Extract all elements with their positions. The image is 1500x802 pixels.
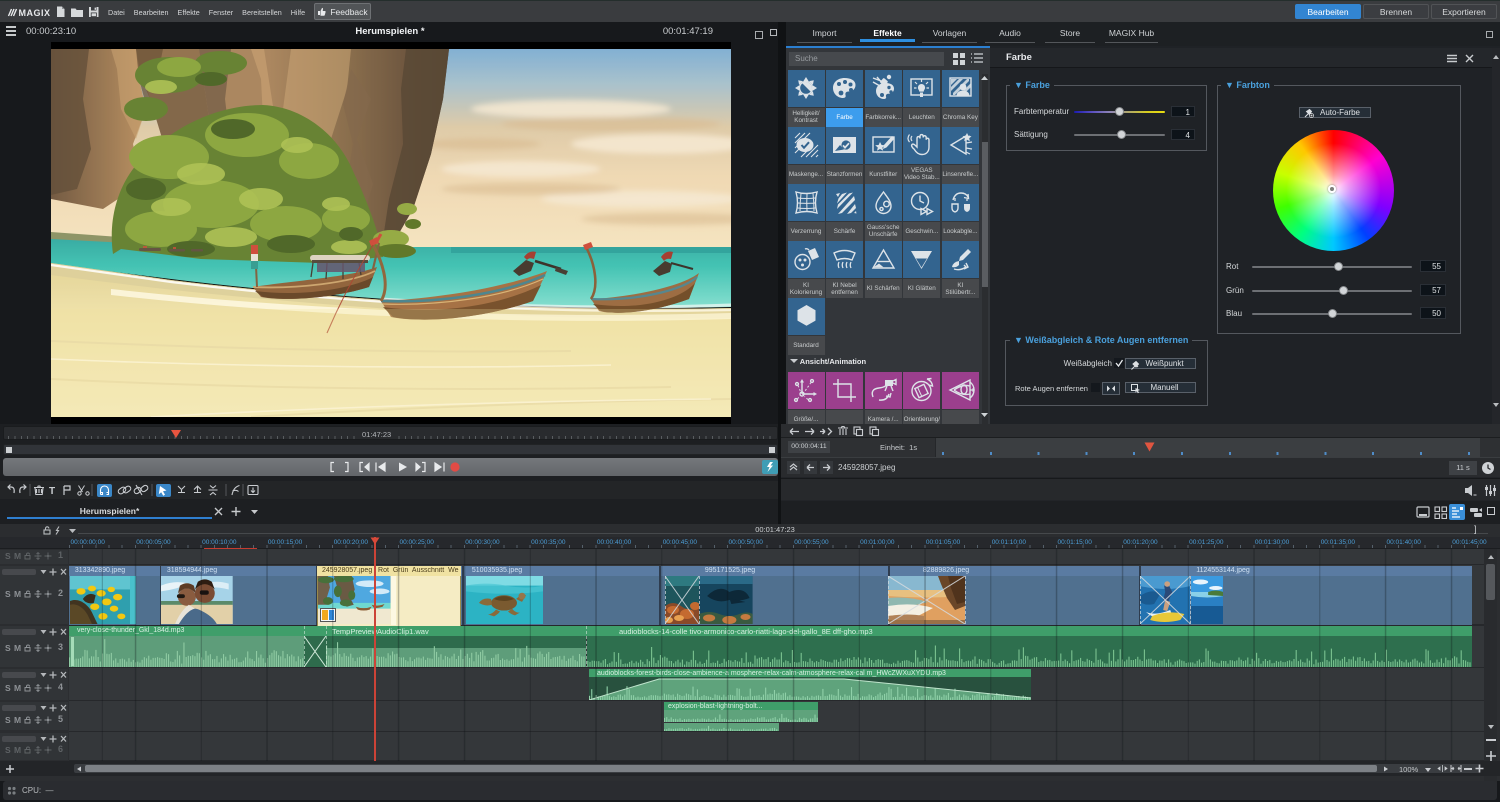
svg-text:T: T — [49, 486, 55, 497]
svg-text:MAGIX: MAGIX — [19, 8, 51, 18]
